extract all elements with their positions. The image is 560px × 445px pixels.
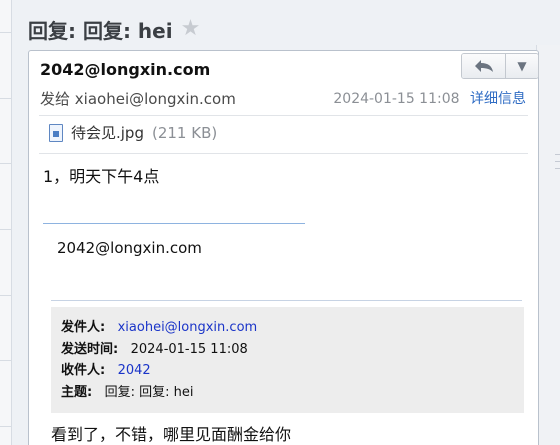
to-address[interactable]: xiaohei@longxin.com (75, 90, 236, 108)
to-label-original: 收件人: (61, 363, 106, 378)
original-from-row: 发件人: xiaohei@longxin.com (61, 317, 514, 339)
recipient-line: 发给 xiaohei@longxin.com (40, 88, 236, 109)
sent-value: 2024-01-15 11:08 (130, 341, 248, 357)
details-link[interactable]: 详细信息 (470, 91, 526, 107)
more-actions-button[interactable]: ▼ (506, 54, 538, 78)
message-toolbar: ▼ (461, 53, 539, 79)
message-list-edge[interactable] (0, 0, 12, 445)
message-card: 2042@longxin.com ▼ 发给 xiaohei@longxin.co… (28, 50, 539, 445)
divider (39, 153, 528, 154)
message-datetime: 2024-01-15 11:08 (333, 91, 460, 107)
original-subject-row: 主题: 回复: 回复: hei (61, 382, 514, 404)
original-sent-row: 发送时间: 2024-01-15 11:08 (61, 339, 514, 361)
original-message-header: 发件人: xiaohei@longxin.com 发送时间: 2024-01-1… (51, 307, 524, 413)
from-label: 发件人: (61, 320, 106, 335)
message-meta: 2024-01-15 11:08 详细信息 (333, 88, 526, 108)
signature-sender: 2042@longxin.com (57, 239, 202, 257)
star-icon[interactable]: ★ (181, 18, 201, 40)
from-value[interactable]: xiaohei@longxin.com (118, 320, 258, 335)
subject-label: 主题: (61, 384, 93, 400)
subject-value: 回复: 回复: hei (104, 384, 194, 400)
to-label: 发给 (40, 90, 71, 108)
signature-separator (43, 223, 305, 224)
sent-label: 发送时间: (61, 341, 119, 357)
reply-arrow-icon (474, 60, 493, 72)
chevron-down-icon: ▼ (517, 59, 527, 73)
mail-reading-pane: 回复: 回复: hei ★ 2042@longxin.com ▼ 发给 xiao… (0, 0, 560, 445)
divider (39, 115, 528, 116)
page-title: 回复: 回复: hei (28, 18, 173, 43)
original-message-divider (51, 300, 522, 301)
right-panel-edge[interactable] (536, 45, 560, 445)
file-image-icon (49, 123, 63, 142)
to-value-original[interactable]: 2042 (118, 363, 151, 378)
original-message-body: 看到了，不错，哪里见面酬金给你 (51, 425, 292, 444)
original-to-row: 收件人: 2042 (61, 360, 514, 382)
subject-header: 回复: 回复: hei ★ (28, 14, 200, 44)
sender-address[interactable]: 2042@longxin.com (40, 60, 210, 79)
message-body-text: 1，明天下午4点 (43, 167, 160, 186)
attachment-name[interactable]: 待会见.jpg (71, 122, 144, 143)
attachment-item[interactable]: 待会见.jpg (211 KB) (49, 122, 217, 143)
attachment-size: (211 KB) (151, 123, 218, 142)
reply-button[interactable] (462, 54, 506, 78)
